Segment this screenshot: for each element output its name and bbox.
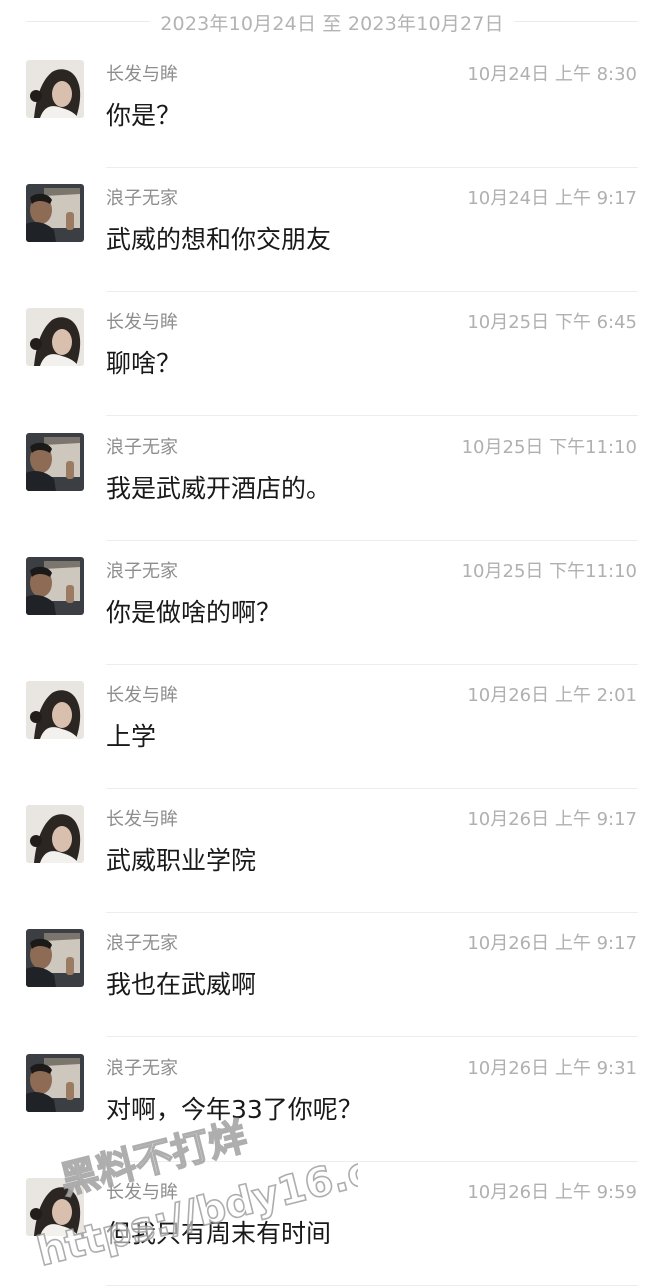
date-divider-right: [514, 21, 638, 22]
sender-name[interactable]: 长发与眸: [106, 805, 178, 831]
man-in-car-avatar[interactable]: [26, 556, 84, 615]
message-text: 我也在武威啊: [106, 970, 257, 1000]
message-timestamp: 10月26日 上午 9:17: [467, 933, 637, 955]
date-range-label: 2023年10月24日 至 2023年10月27日: [160, 12, 504, 35]
message-timestamp: 10月26日 上午 9:59: [467, 1181, 637, 1203]
message-timestamp: 10月26日 上午 9:17: [467, 809, 637, 831]
man-in-car-avatar[interactable]: [26, 1053, 84, 1112]
sender-name[interactable]: 长发与眸: [106, 60, 178, 86]
message-item[interactable]: 浪子无家 10月24日 上午 9:17 武威的想和你交朋友: [0, 168, 664, 293]
message-text: 你是？: [106, 101, 182, 130]
message-timestamp: 10月24日 上午 9:17: [467, 188, 637, 210]
message-text: 我是武威开酒店的。: [106, 473, 332, 503]
sender-name[interactable]: 长发与眸: [106, 681, 178, 707]
message-timestamp: 10月25日 下午11:10: [461, 436, 637, 458]
message-timestamp: 10月26日 上午 9:31: [467, 1057, 637, 1079]
sender-name[interactable]: 长发与眸: [106, 308, 178, 334]
message-text: 聊啥？: [106, 349, 182, 379]
girl-avatar[interactable]: [26, 681, 84, 739]
message-text: 你是做啥的啊？: [106, 597, 282, 627]
message-item[interactable]: 浪子无家 10月26日 上午 9:31 对啊，今年33了你呢？: [0, 1038, 664, 1162]
message-text: 对啊，今年33了你呢？: [106, 1094, 363, 1124]
message-text: 武威职业学院: [106, 846, 257, 876]
girl-avatar[interactable]: [26, 805, 84, 864]
girl-avatar[interactable]: [26, 1177, 84, 1236]
message-item[interactable]: 长发与眸 10月25日 下午 6:45 聊啥？: [0, 292, 664, 417]
message-timestamp: 10月25日 下午 6:45: [467, 312, 637, 334]
message-timestamp: 10月24日 上午 8:30: [467, 64, 637, 85]
sender-name[interactable]: 浪子无家: [106, 557, 178, 583]
date-range-header: 2023年10月24日 至 2023年10月27日: [0, 0, 664, 44]
message-item[interactable]: 浪子无家 10月25日 下午11:10 我是武威开酒店的。: [0, 417, 664, 541]
date-divider-left: [26, 21, 150, 22]
message-item[interactable]: 浪子无家 10月25日 下午11:10 你是做啥的啊？: [0, 541, 664, 665]
sender-name[interactable]: 浪子无家: [106, 184, 178, 210]
sender-name[interactable]: 长发与眸: [106, 1178, 178, 1204]
sender-name[interactable]: 浪子无家: [106, 433, 178, 459]
message-item[interactable]: 浪子无家 10月26日 上午 9:17 我也在武威啊: [0, 913, 664, 1038]
message-text: 但我只有周末有时间: [106, 1218, 332, 1248]
message-text: 上学: [106, 722, 157, 751]
message-timestamp: 10月26日 上午 2:01: [467, 685, 637, 706]
message-item[interactable]: 长发与眸 10月26日 上午 9:59 但我只有周末有时间: [0, 1162, 664, 1286]
message-item[interactable]: 长发与眸 10月26日 上午 9:17 武威职业学院: [0, 789, 664, 914]
sender-name[interactable]: 浪子无家: [106, 1054, 178, 1080]
girl-avatar[interactable]: [26, 308, 84, 367]
man-in-car-avatar[interactable]: [26, 184, 84, 243]
sender-name[interactable]: 浪子无家: [106, 929, 178, 955]
man-in-car-avatar[interactable]: [26, 432, 84, 491]
message-item[interactable]: 长发与眸 10月24日 上午 8:30 你是？: [0, 44, 664, 168]
message-item[interactable]: 长发与眸 10月26日 上午 2:01 上学: [0, 665, 664, 789]
message-text: 武威的想和你交朋友: [106, 225, 332, 255]
message-timestamp: 10月25日 下午11:10: [461, 560, 637, 582]
girl-avatar[interactable]: [26, 60, 84, 118]
man-in-car-avatar[interactable]: [26, 929, 84, 988]
